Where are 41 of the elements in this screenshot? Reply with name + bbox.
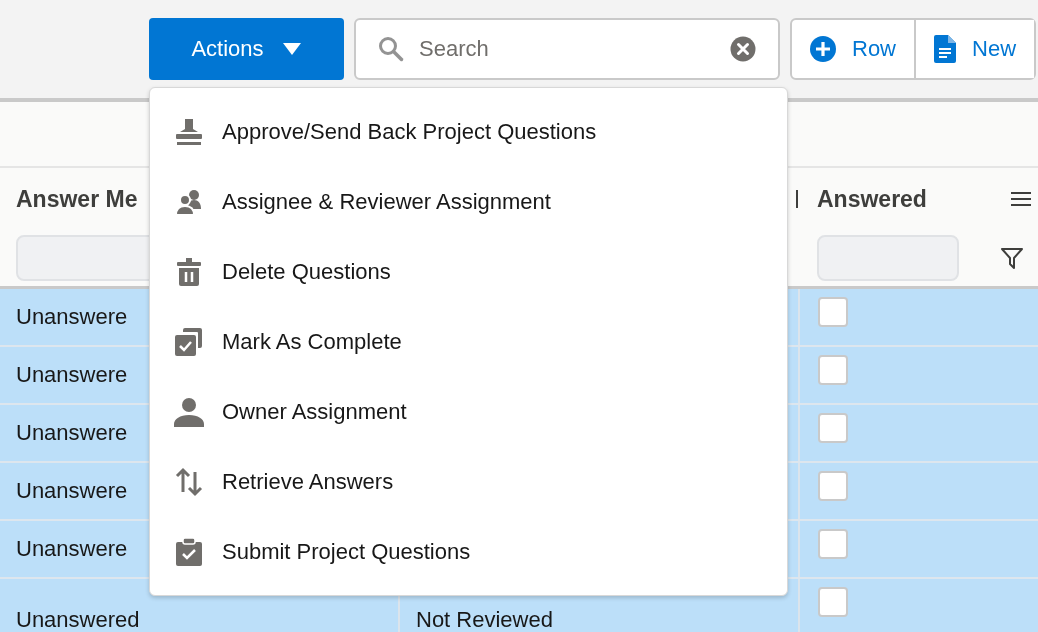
- checkbox[interactable]: [818, 355, 848, 385]
- person-icon: [174, 397, 204, 427]
- menu-item[interactable]: Approve/Send Back Project Questions: [150, 97, 787, 167]
- table-cell: Unanswere: [16, 304, 128, 330]
- table-cell: Unanswere: [16, 420, 128, 446]
- checkbox[interactable]: [818, 297, 848, 327]
- table-cell: Unanswere: [16, 362, 128, 388]
- new-button[interactable]: New: [914, 20, 1035, 78]
- checkbox[interactable]: [818, 413, 848, 443]
- caret-icon: [281, 42, 302, 56]
- table-cell: Not Reviewed: [416, 607, 553, 632]
- stamp-icon: [174, 117, 204, 147]
- people-icon: [174, 187, 204, 217]
- filter-field[interactable]: [817, 235, 959, 281]
- search-field[interactable]: Search: [354, 18, 780, 80]
- clipboard-check-icon: [174, 537, 204, 567]
- search-icon: [378, 36, 404, 62]
- menu-icon[interactable]: [1010, 191, 1032, 207]
- checkbox[interactable]: [818, 471, 848, 501]
- check-copies-icon: [174, 327, 204, 357]
- clear-icon[interactable]: [730, 36, 756, 62]
- document-icon: [934, 35, 956, 63]
- menu-item[interactable]: Owner Assignment: [150, 377, 787, 447]
- table-cell: Unanswere: [16, 536, 128, 562]
- menu-item[interactable]: Assignee & Reviewer Assignment: [150, 167, 787, 237]
- menu-item[interactable]: Submit Project Questions: [150, 517, 787, 587]
- column-header[interactable]: Answered: [817, 185, 927, 213]
- sort-arrows-icon: [174, 467, 204, 497]
- trash-icon: [174, 257, 204, 287]
- column-resize-handle[interactable]: [796, 190, 798, 208]
- checkbox[interactable]: [818, 529, 848, 559]
- table-cell: Unanswered: [16, 607, 140, 632]
- plus-icon: [810, 36, 836, 62]
- filter-icon[interactable]: [1000, 246, 1024, 270]
- menu-item[interactable]: Delete Questions: [150, 237, 787, 307]
- table-cell: Unanswere: [16, 478, 128, 504]
- menu-item[interactable]: Retrieve Answers: [150, 447, 787, 517]
- menu-item[interactable]: Mark As Complete: [150, 307, 787, 377]
- column-header[interactable]: Answer Me: [16, 185, 138, 213]
- actions-button[interactable]: Actions: [149, 18, 344, 80]
- checkbox[interactable]: [818, 587, 848, 617]
